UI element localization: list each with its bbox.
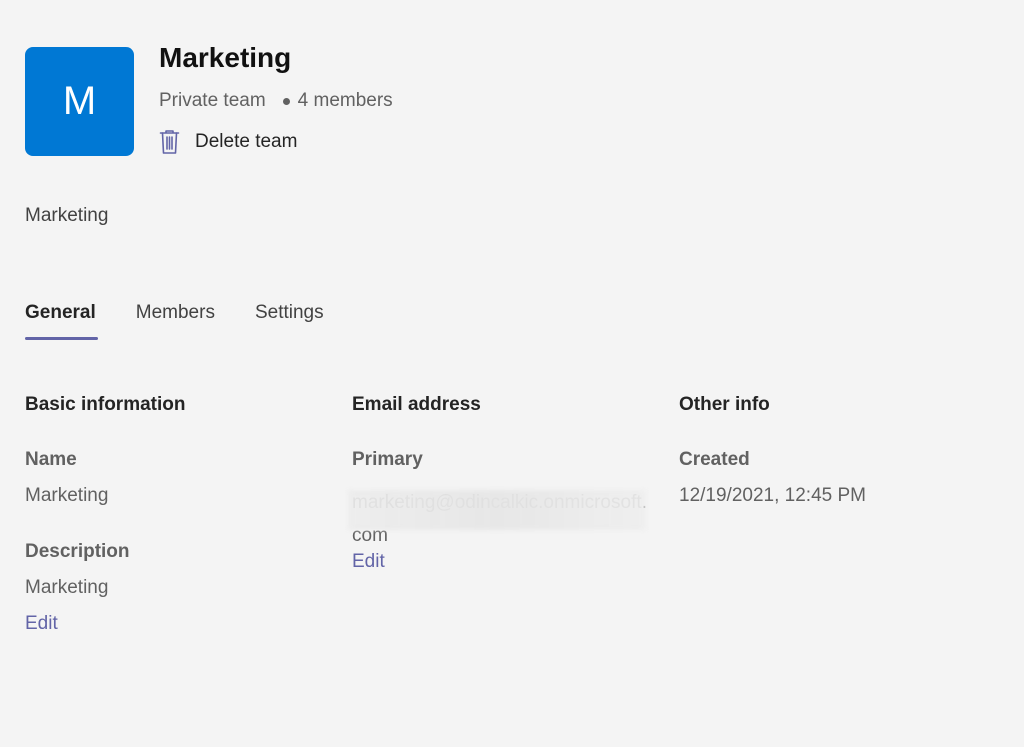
team-members-count: 4 members [297, 90, 393, 111]
description-value: Marketing [25, 577, 109, 598]
tab-settings[interactable]: Settings [255, 302, 324, 340]
tab-bar: General Members Settings [25, 302, 324, 340]
tab-general[interactable]: General [25, 302, 98, 340]
name-label: Name [25, 449, 77, 470]
created-label: Created [679, 449, 750, 470]
tab-members[interactable]: Members [136, 302, 215, 340]
edit-basic-info-link[interactable]: Edit [25, 613, 58, 635]
delete-team-button[interactable]: Delete team [159, 129, 297, 155]
team-avatar: M [25, 47, 134, 156]
edit-email-link[interactable]: Edit [352, 551, 385, 573]
created-value: 12/19/2021, 12:45 PM [679, 485, 866, 506]
team-meta: Private team 4 members [159, 90, 393, 112]
name-value: Marketing [25, 485, 109, 506]
trash-icon [159, 130, 180, 154]
team-title: Marketing [159, 42, 292, 73]
team-avatar-letter: M [62, 79, 97, 123]
team-privacy: Private team [159, 90, 266, 111]
redaction-overlay [348, 490, 646, 530]
team-settings-page: M Marketing Private team 4 members Delet… [0, 0, 1024, 747]
primary-email-label: Primary [352, 449, 423, 470]
description-label: Description [25, 541, 130, 562]
delete-team-label: Delete team [195, 131, 298, 152]
separator-dot [282, 97, 290, 105]
other-info-heading: Other info [679, 394, 770, 415]
team-description: Marketing [25, 205, 109, 226]
email-address-heading: Email address [352, 394, 481, 415]
primary-email-container: marketing@odincalkic.onmicrosoft.com [348, 486, 652, 552]
basic-information-heading: Basic information [25, 394, 186, 415]
